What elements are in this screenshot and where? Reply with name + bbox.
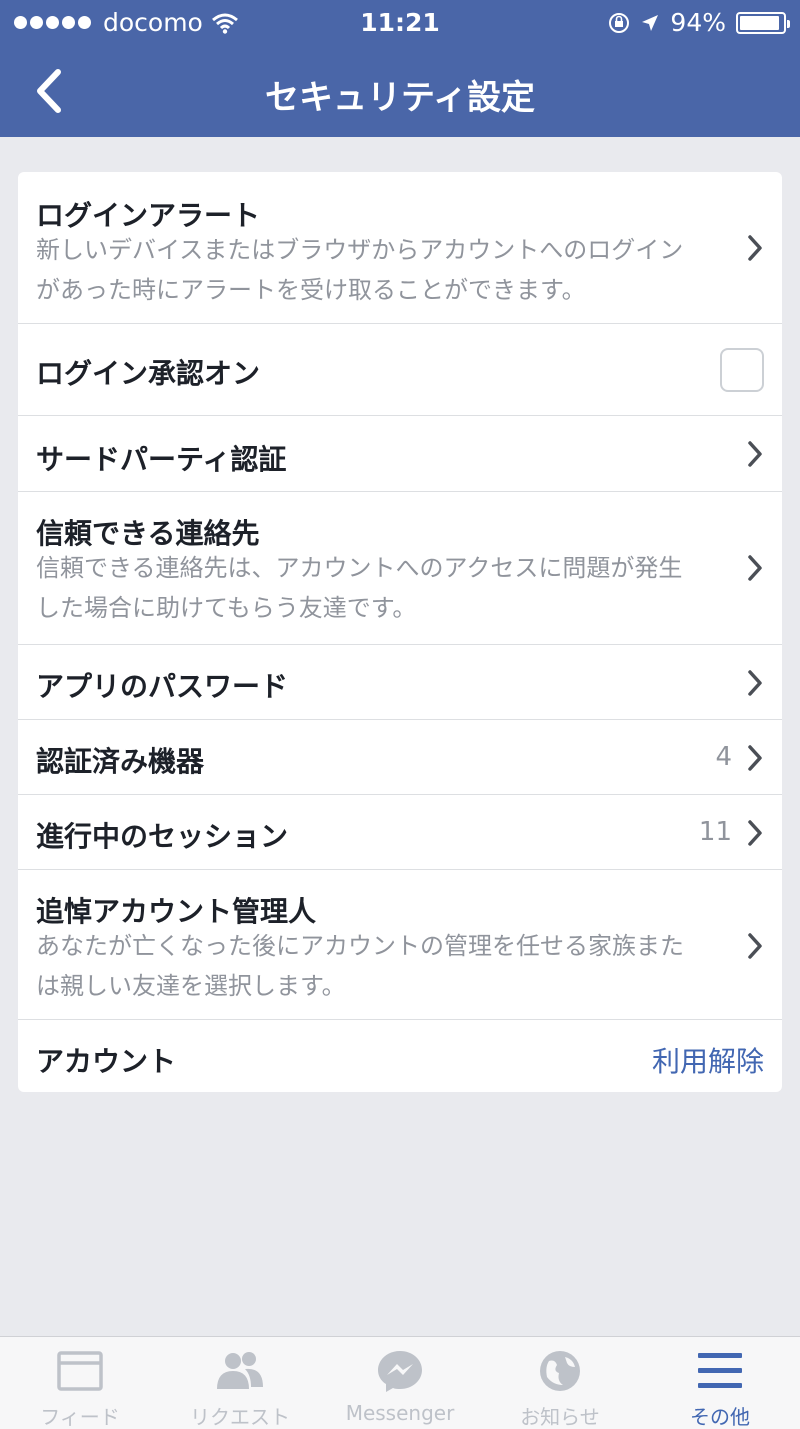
row-description-line: は親しい友達を選択します。 <box>36 972 346 1000</box>
row-title: ログイン承認オン <box>36 357 261 390</box>
tab-label: お知らせ <box>520 1405 600 1429</box>
chevron-right-icon <box>748 820 762 846</box>
notifications-globe-icon <box>540 1351 580 1391</box>
page-title: セキュリティ設定 <box>265 78 535 118</box>
tab-requests[interactable]: リクエスト <box>160 1337 320 1429</box>
menu-icon <box>698 1353 742 1388</box>
row-description-line: あなたが亡くなった後にアカウントの管理を任せる家族また <box>36 932 684 960</box>
row-description-line: があった時にアラートを受け取ることができます。 <box>36 276 586 304</box>
tab-label: Messenger <box>345 1401 455 1425</box>
chevron-right-icon <box>748 441 762 467</box>
bottom-tab-bar: フィード リクエスト Messenger お知らせ その他 <box>0 1336 800 1429</box>
chevron-right-icon <box>748 933 762 959</box>
status-right: 94% <box>608 8 790 37</box>
location-arrow-icon <box>642 14 659 31</box>
login-approvals-checkbox[interactable] <box>720 348 764 392</box>
deactivate-account-link[interactable]: 利用解除 <box>652 1040 764 1080</box>
tab-label: フィード <box>40 1405 120 1429</box>
friend-requests-icon <box>217 1352 263 1389</box>
authorized-devices-count: 4 <box>715 742 732 772</box>
row-title: サードパーティ認証 <box>36 443 287 476</box>
chevron-right-icon <box>748 670 762 696</box>
row-title: 進行中のセッション <box>36 820 289 853</box>
trusted-contacts-row[interactable]: 信頼できる連絡先 信頼できる連絡先は、アカウントへのアクセスに問題が発生 した場… <box>18 492 782 645</box>
battery-icon <box>736 11 790 34</box>
row-description: 新しいデバイスまたはブラウザからアカウントへのログイン があった時にアラートを受… <box>36 230 716 310</box>
chevron-right-icon <box>748 745 762 771</box>
row-title: アプリのパスワード <box>36 670 289 703</box>
navigation-bar: セキュリティ設定 <box>0 44 800 137</box>
messenger-icon <box>378 1351 422 1392</box>
security-settings-list: ログインアラート 新しいデバイスまたはブラウザからアカウントへのログイン があっ… <box>18 172 782 1092</box>
row-title: 認証済み機器 <box>36 745 205 778</box>
chevron-right-icon <box>748 555 762 581</box>
account-row: アカウント 利用解除 <box>18 1020 782 1092</box>
login-approvals-row[interactable]: ログイン承認オン <box>18 324 782 416</box>
feed-icon <box>57 1351 103 1391</box>
row-title: 追悼アカウント管理人 <box>36 895 317 928</box>
active-sessions-count: 11 <box>698 817 732 847</box>
status-bar: docomo 11:21 94% <box>0 0 800 44</box>
row-description-line: 新しいデバイスまたはブラウザからアカウントへのログイン <box>36 236 684 264</box>
row-description-line: 信頼できる連絡先は、アカウントへのアクセスに問題が発生 <box>36 554 683 582</box>
row-title: アカウント <box>36 1045 177 1078</box>
row-description: 信頼できる連絡先は、アカウントへのアクセスに問題が発生 した場合に助けてもらう友… <box>36 548 716 628</box>
row-description-line: した場合に助けてもらう友達です。 <box>36 594 417 622</box>
legacy-contact-row[interactable]: 追悼アカウント管理人 あなたが亡くなった後にアカウントの管理を任せる家族また は… <box>18 870 782 1020</box>
tab-notifications[interactable]: お知らせ <box>480 1337 640 1429</box>
authorized-devices-row[interactable]: 認証済み機器 4 <box>18 720 782 795</box>
tab-label: リクエスト <box>190 1405 290 1429</box>
tab-more[interactable]: その他 <box>640 1337 800 1429</box>
row-title: ログインアラート <box>36 199 261 232</box>
tab-messenger[interactable]: Messenger <box>320 1337 480 1429</box>
third-party-authentication-row[interactable]: サードパーティ認証 <box>18 416 782 492</box>
row-description: あなたが亡くなった後にアカウントの管理を任せる家族また は親しい友達を選択します… <box>36 926 716 1006</box>
tab-feed[interactable]: フィード <box>0 1337 160 1429</box>
battery-percent: 94% <box>670 8 726 37</box>
top-bar: docomo 11:21 94% セキュリティ設定 <box>0 0 800 137</box>
active-sessions-row[interactable]: 進行中のセッション 11 <box>18 795 782 870</box>
battery-level <box>740 15 780 30</box>
chevron-right-icon <box>748 235 762 261</box>
row-title: 信頼できる連絡先 <box>36 517 260 550</box>
rotation-lock-icon <box>609 12 630 33</box>
login-alerts-row[interactable]: ログインアラート 新しいデバイスまたはブラウザからアカウントへのログイン があっ… <box>18 172 782 324</box>
app-passwords-row[interactable]: アプリのパスワード <box>18 645 782 720</box>
tab-label: その他 <box>690 1405 750 1429</box>
